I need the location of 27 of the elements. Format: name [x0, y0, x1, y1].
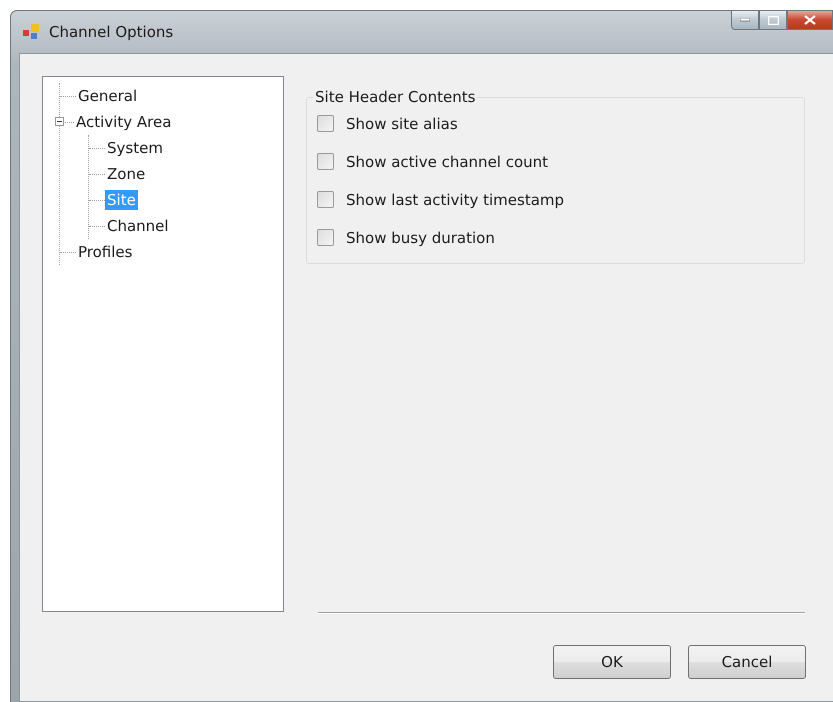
checkbox-label: Show busy duration — [346, 228, 495, 246]
maximize-button[interactable] — [759, 10, 787, 30]
checkbox-label: Show active channel count — [346, 152, 548, 170]
maximize-icon — [768, 16, 778, 24]
minimize-button[interactable] — [731, 10, 759, 30]
checkbox[interactable] — [317, 115, 334, 132]
close-button[interactable] — [787, 10, 833, 30]
checkbox-label: Show last activity timestamp — [346, 190, 564, 208]
group-title: Site Header Contents — [314, 88, 476, 106]
minimize-icon — [740, 18, 750, 22]
checkbox-label: Show site alias — [346, 114, 458, 132]
tree-item[interactable]: System — [105, 138, 165, 158]
tree-item[interactable]: Zone — [105, 164, 148, 184]
tree-view[interactable]: General Activity Area System Zone Site Channel Profiles — [42, 76, 284, 612]
tree-item[interactable]: Profiles — [76, 242, 134, 262]
checkbox[interactable] — [317, 191, 334, 208]
dialog-button[interactable]: OK — [553, 645, 671, 679]
collapse-icon[interactable] — [55, 117, 64, 126]
app-icon — [23, 24, 41, 40]
checkbox[interactable] — [317, 153, 334, 170]
tree-item[interactable]: Activity Area — [74, 112, 174, 132]
tree-item[interactable]: General — [76, 86, 140, 106]
dialog-button[interactable]: Cancel — [688, 645, 806, 679]
checkbox[interactable] — [317, 229, 334, 246]
close-icon — [804, 15, 816, 25]
window-title: Channel Options — [49, 23, 174, 41]
tree-item[interactable]: Channel — [105, 216, 171, 236]
